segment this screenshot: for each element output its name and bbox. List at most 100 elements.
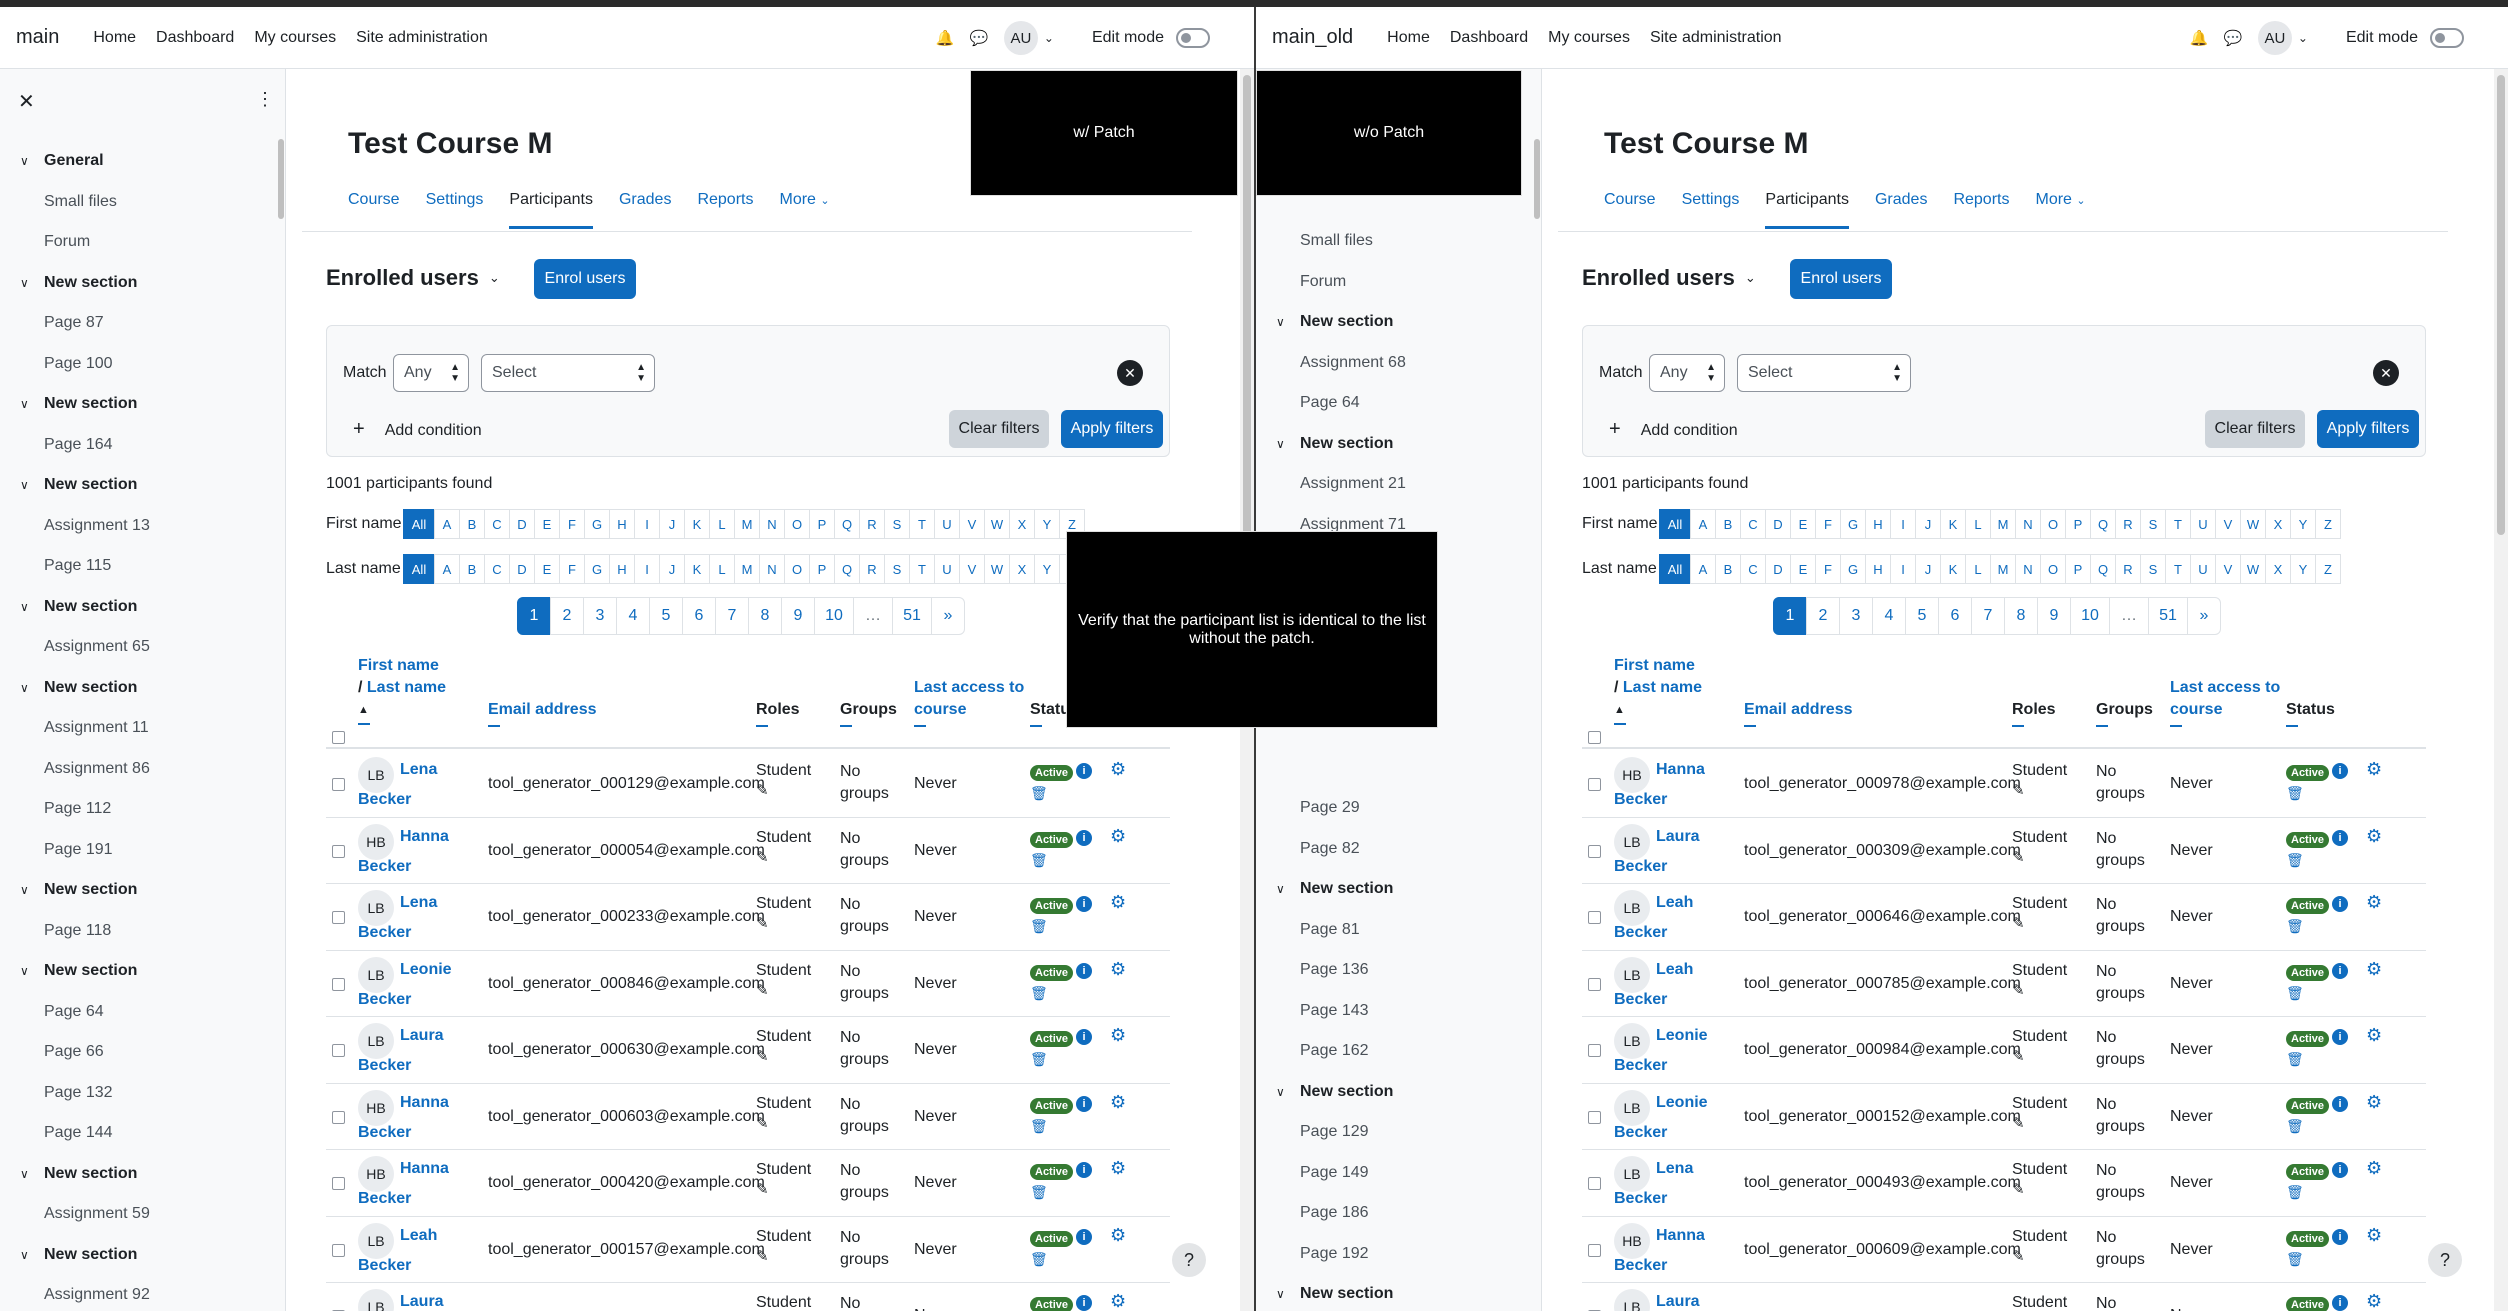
course-index-item[interactable]: Page 81 xyxy=(1256,910,1541,951)
pencil-icon[interactable]: ✎ xyxy=(2012,1114,2067,1134)
course-index-item[interactable]: Page 192 xyxy=(1256,1234,1541,1275)
info-icon[interactable]: i xyxy=(1076,763,1092,779)
chevron-down-icon[interactable]: ∨ xyxy=(1276,1085,1300,1099)
course-index-item[interactable]: Page 132 xyxy=(0,1073,285,1114)
pencil-icon[interactable]: ✎ xyxy=(2012,1047,2067,1067)
pencil-icon[interactable]: ✎ xyxy=(756,981,811,1001)
chevron-down-icon[interactable]: ∨ xyxy=(20,600,44,614)
apply-filters-button[interactable]: Apply filters xyxy=(2317,410,2419,448)
pagination-page[interactable]: 51 xyxy=(2148,597,2188,635)
user-last-name-link[interactable]: Becker xyxy=(358,791,411,809)
user-first-name-link[interactable]: Lena xyxy=(400,761,437,779)
filter-type-select[interactable]: Select ▲ ▼ xyxy=(1737,354,1911,392)
chevron-down-icon[interactable]: ⌄ xyxy=(2298,31,2308,45)
kebab-menu-icon[interactable]: ⋮ xyxy=(256,89,274,110)
select-all-checkbox[interactable] xyxy=(1588,731,1601,744)
user-first-name-link[interactable]: Hanna xyxy=(1656,1227,1705,1245)
user-last-name-link[interactable]: Becker xyxy=(358,858,411,876)
collapse-column-icon[interactable] xyxy=(914,725,926,727)
course-index-item[interactable]: Page 162 xyxy=(1256,1031,1541,1072)
gear-icon[interactable]: ⚙ xyxy=(1110,759,1126,780)
course-index-item[interactable]: Assignment 21 xyxy=(1256,464,1541,505)
user-first-name-link[interactable]: Hanna xyxy=(400,828,449,846)
row-select-checkbox[interactable] xyxy=(1588,911,1601,924)
chevron-down-icon[interactable]: ∨ xyxy=(20,1248,44,1262)
trash-icon[interactable]: 🗑 xyxy=(1030,1251,1048,1268)
info-icon[interactable]: i xyxy=(2332,962,2348,979)
chevron-down-icon[interactable]: ∨ xyxy=(20,964,44,978)
gear-icon[interactable]: ⚙ xyxy=(2366,826,2382,847)
user-avatar[interactable]: AU xyxy=(1003,21,1038,55)
chevron-down-icon[interactable]: ∨ xyxy=(1276,437,1300,451)
user-first-name-link[interactable]: Laura xyxy=(400,1293,444,1311)
trash-icon[interactable]: 🗑 xyxy=(1030,1118,1048,1135)
pencil-icon[interactable]: ✎ xyxy=(2012,914,2067,934)
first-name-initial-m[interactable]: M xyxy=(1990,509,2016,539)
collapse-column-icon[interactable] xyxy=(1614,723,1626,725)
info-icon[interactable]: i xyxy=(2332,1295,2348,1311)
collapse-column-icon[interactable] xyxy=(488,725,500,727)
nav-home[interactable]: Home xyxy=(1387,29,1430,47)
pagination-page[interactable]: 6 xyxy=(682,597,716,635)
first-name-initial-d[interactable]: D xyxy=(509,509,535,539)
pencil-icon[interactable]: ✎ xyxy=(756,1180,811,1200)
last-name-initial-u[interactable]: U xyxy=(2190,554,2216,584)
last-name-initial-p[interactable]: P xyxy=(2065,554,2091,584)
user-last-name-link[interactable]: Becker xyxy=(358,1057,411,1075)
last-name-initial-e[interactable]: E xyxy=(534,554,560,584)
first-name-initial-h[interactable]: H xyxy=(609,509,635,539)
chevron-down-icon[interactable]: ∨ xyxy=(20,276,44,290)
sort-first-name-link[interactable]: First name xyxy=(358,657,439,674)
course-index-item[interactable]: Assignment 11 xyxy=(0,708,285,749)
gear-icon[interactable]: ⚙ xyxy=(1110,1025,1126,1046)
last-name-initial-v[interactable]: V xyxy=(959,554,985,584)
first-name-initial-a[interactable]: A xyxy=(1690,509,1716,539)
collapse-column-icon[interactable] xyxy=(1030,725,1042,727)
site-brand[interactable]: main xyxy=(16,26,59,49)
pencil-icon[interactable]: ✎ xyxy=(2012,1180,2067,1200)
tab-course[interactable]: Course xyxy=(348,187,400,229)
first-name-initial-n[interactable]: N xyxy=(2015,509,2041,539)
trash-icon[interactable]: 🗑 xyxy=(1030,1051,1048,1068)
first-name-initial-j[interactable]: J xyxy=(1915,509,1941,539)
tab-grades[interactable]: Grades xyxy=(619,187,671,229)
enrol-users-button[interactable]: Enrol users xyxy=(1790,259,1892,299)
collapse-column-icon[interactable] xyxy=(358,723,370,725)
first-name-initial-n[interactable]: N xyxy=(759,509,785,539)
tab-settings[interactable]: Settings xyxy=(1682,187,1740,229)
course-index-item[interactable]: Forum xyxy=(0,222,285,263)
pencil-icon[interactable]: ✎ xyxy=(756,914,811,934)
apply-filters-button[interactable]: Apply filters xyxy=(1061,410,1163,448)
last-name-initial-all[interactable]: All xyxy=(1659,554,1691,584)
last-name-initial-all[interactable]: All xyxy=(403,554,435,584)
info-icon[interactable]: i xyxy=(2332,896,2348,912)
chevron-down-icon[interactable]: ∨ xyxy=(1276,315,1300,329)
last-name-initial-y[interactable]: Y xyxy=(1034,554,1060,584)
info-icon[interactable]: i xyxy=(2332,1162,2348,1178)
last-name-initial-d[interactable]: D xyxy=(1765,554,1791,584)
page-scrollbar-thumb[interactable] xyxy=(1243,75,1251,535)
last-name-initial-h[interactable]: H xyxy=(1865,554,1891,584)
last-name-initial-m[interactable]: M xyxy=(1990,554,2016,584)
pagination-page[interactable]: 4 xyxy=(616,597,650,635)
chevron-down-icon[interactable]: ⌄ xyxy=(1044,31,1054,45)
pencil-icon[interactable]: ✎ xyxy=(756,848,811,868)
first-name-initial-e[interactable]: E xyxy=(534,509,560,539)
enrolled-users-menu[interactable]: Enrolled users ⌄ xyxy=(1582,265,1756,291)
remove-condition-icon[interactable]: ✕ xyxy=(2373,360,2399,386)
user-first-name-link[interactable]: Hanna xyxy=(1656,761,1705,779)
course-index-item[interactable]: Page 82 xyxy=(1256,829,1541,870)
course-index-section[interactable]: ∨ New section xyxy=(0,951,285,992)
first-name-initial-k[interactable]: K xyxy=(684,509,710,539)
last-name-initial-a[interactable]: A xyxy=(434,554,460,584)
course-index-section[interactable]: ∨ New section xyxy=(0,1154,285,1195)
first-name-initial-t[interactable]: T xyxy=(909,509,935,539)
user-first-name-link[interactable]: Laura xyxy=(1656,828,1700,846)
last-name-initial-n[interactable]: N xyxy=(2015,554,2041,584)
pencil-icon[interactable]: ✎ xyxy=(756,781,811,801)
course-index-section[interactable]: ∨ New section xyxy=(1256,302,1541,343)
first-name-initial-l[interactable]: L xyxy=(1965,509,1991,539)
last-name-initial-r[interactable]: R xyxy=(2115,554,2141,584)
site-brand[interactable]: main_old xyxy=(1272,26,1353,49)
last-name-initial-j[interactable]: J xyxy=(659,554,685,584)
